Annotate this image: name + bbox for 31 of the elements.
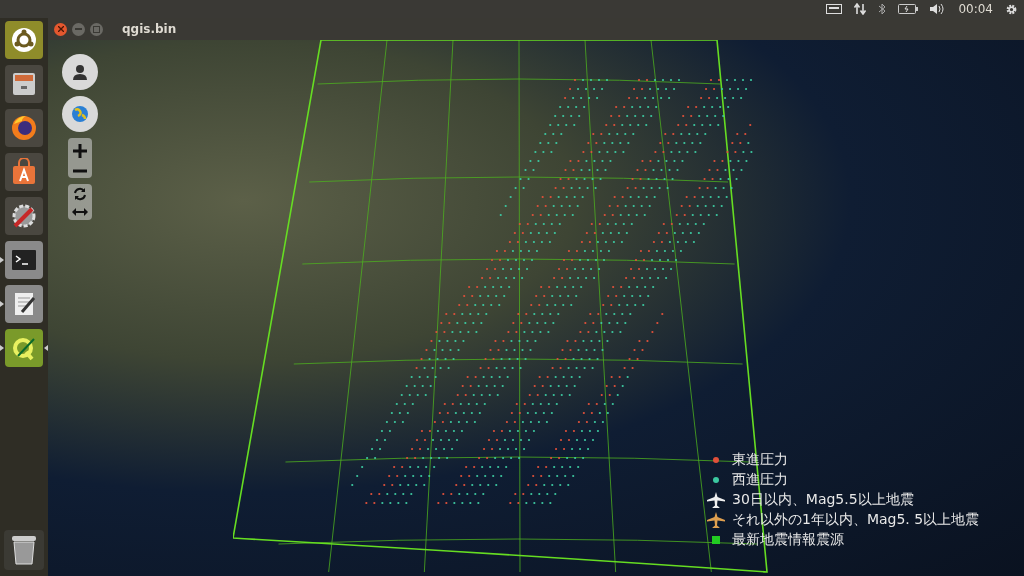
- volume-icon[interactable]: [930, 3, 947, 15]
- maximize-icon: [93, 25, 100, 33]
- file-cabinet-icon: [10, 70, 38, 98]
- launcher-item[interactable]: [5, 285, 43, 323]
- launcher-item[interactable]: [5, 21, 43, 59]
- clock[interactable]: 00:04: [958, 0, 993, 18]
- zoom-out-icon[interactable]: [73, 168, 87, 173]
- bluetooth-icon[interactable]: [878, 3, 887, 15]
- shopping-bag-icon: [10, 158, 38, 186]
- person-icon: [72, 64, 88, 80]
- trash-launcher-item[interactable]: [4, 530, 44, 570]
- launcher-item[interactable]: [5, 197, 43, 235]
- network-arrows-icon[interactable]: [854, 3, 867, 15]
- keyboard-icon[interactable]: [826, 4, 843, 14]
- close-icon: [57, 26, 64, 32]
- minimize-icon: [75, 28, 82, 30]
- refresh-icon[interactable]: [73, 187, 87, 201]
- ubuntu-logo-icon: [10, 26, 38, 54]
- launcher-item[interactable]: [5, 241, 43, 279]
- close-button[interactable]: [54, 22, 67, 36]
- trash-icon: [10, 534, 38, 566]
- window-title: qgis.bin: [122, 21, 177, 38]
- launcher-item[interactable]: [5, 65, 43, 103]
- battery-icon[interactable]: [898, 4, 919, 14]
- launcher-item[interactable]: [5, 153, 43, 191]
- globe-icon: [71, 105, 89, 123]
- settings-icon[interactable]: [1005, 2, 1018, 16]
- horizontal-arrows-icon[interactable]: [72, 207, 88, 217]
- zoom-in-icon[interactable]: [73, 143, 87, 158]
- launcher-item[interactable]: [5, 109, 43, 147]
- launcher-item[interactable]: [5, 329, 43, 367]
